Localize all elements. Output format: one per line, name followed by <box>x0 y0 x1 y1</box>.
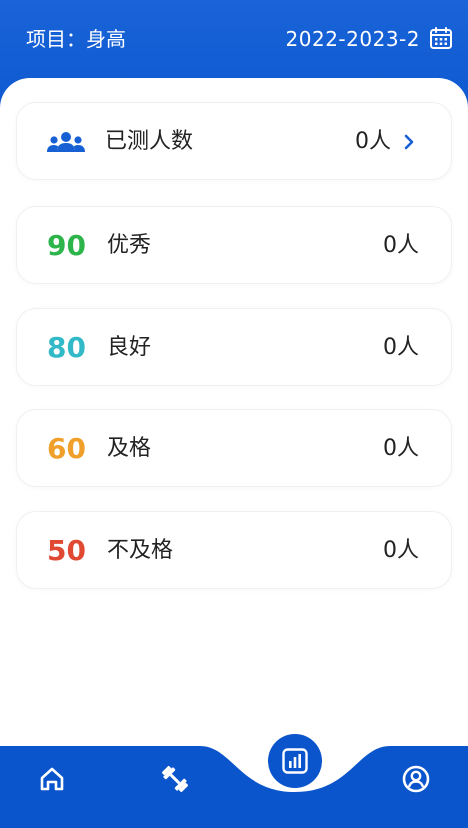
content-panel: 已测人数 0人 90 优秀 0人 80 良好 0人 60 及格 0人 50 不及… <box>0 78 468 758</box>
user-icon[interactable] <box>401 764 431 794</box>
bottom-nav <box>0 734 468 828</box>
grade-card-good: 80 良好 0人 <box>16 308 452 386</box>
stats-button[interactable] <box>268 734 322 788</box>
grade-score: 90 <box>47 229 86 262</box>
tested-count-value: 0人 <box>355 129 391 154</box>
grade-card-pass: 60 及格 0人 <box>16 409 452 487</box>
grade-label: 不及格 <box>107 538 174 563</box>
grade-count: 0人 <box>383 538 419 563</box>
grade-count: 0人 <box>383 335 419 360</box>
grade-score: 60 <box>47 432 86 465</box>
chart-icon <box>282 748 308 774</box>
people-icon <box>47 132 85 152</box>
home-icon[interactable] <box>37 764 67 794</box>
calendar-icon[interactable] <box>429 26 453 50</box>
grade-score: 80 <box>47 331 86 364</box>
tested-count-card[interactable]: 已测人数 0人 <box>16 102 452 180</box>
dumbbell-icon[interactable] <box>158 762 192 796</box>
grade-count: 0人 <box>383 233 419 258</box>
tested-count-label: 已测人数 <box>105 129 194 154</box>
project-title: 项目：身高 <box>26 27 126 51</box>
grade-label: 优秀 <box>107 233 152 258</box>
grade-count: 0人 <box>383 436 419 461</box>
grade-label: 良好 <box>107 335 152 360</box>
grade-label: 及格 <box>107 436 152 461</box>
term-selector[interactable]: 2022-2023-2 <box>286 26 420 52</box>
nav-background <box>0 746 468 828</box>
chevron-right-icon[interactable] <box>403 133 415 151</box>
grade-card-fail: 50 不及格 0人 <box>16 511 452 589</box>
grade-card-excellent: 90 优秀 0人 <box>16 206 452 284</box>
grade-score: 50 <box>47 534 86 567</box>
